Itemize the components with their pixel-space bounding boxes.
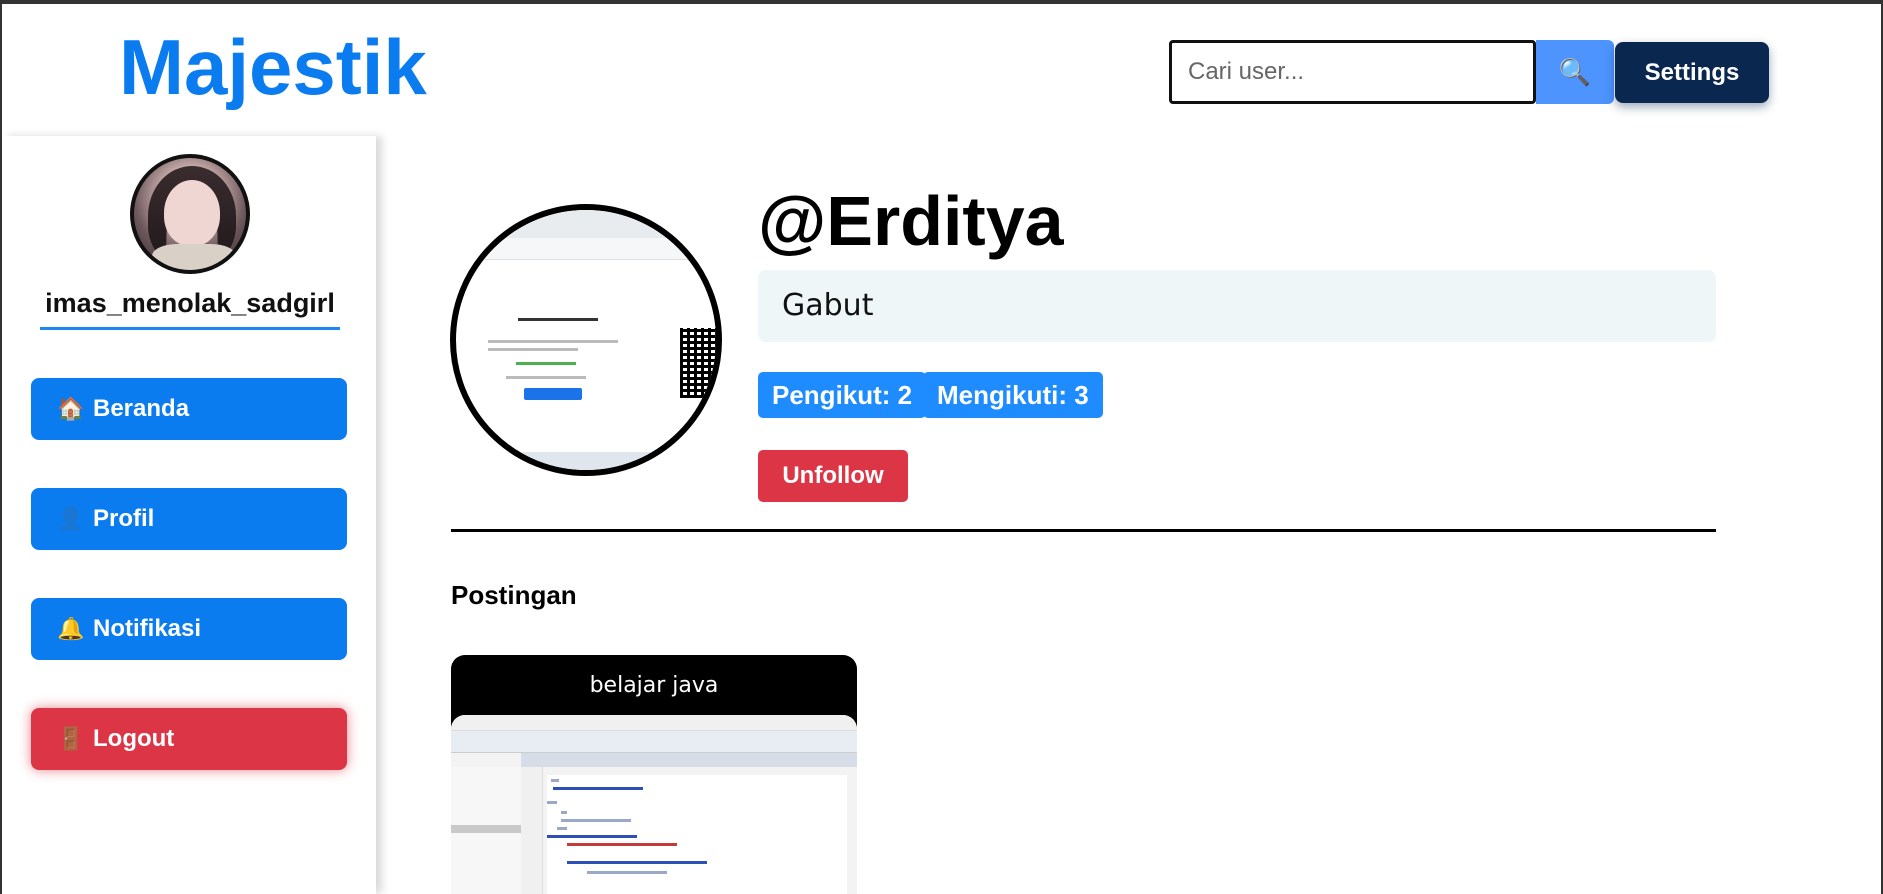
ide-project-pane — [451, 767, 521, 894]
code-line — [547, 801, 557, 804]
pp-heading-line — [518, 318, 598, 321]
home-icon: 🏠 — [57, 396, 85, 421]
settings-button[interactable]: Settings — [1615, 42, 1769, 103]
code-line — [553, 787, 643, 790]
following-count[interactable]: Mengikuti: 3 — [923, 372, 1103, 418]
app-logo[interactable]: Majestik — [119, 28, 427, 106]
pp-status-line — [516, 362, 576, 365]
code-line — [551, 779, 559, 782]
code-line — [561, 819, 631, 822]
profile-bio: Gabut — [758, 270, 1716, 342]
sidebar-item-logout[interactable]: 🚪 Logout — [31, 708, 347, 770]
pp-text-line — [506, 376, 586, 379]
avatar-face — [164, 180, 220, 246]
pp-open-button — [524, 388, 582, 400]
search-input[interactable] — [1169, 40, 1536, 104]
post-card[interactable]: belajar java — [451, 655, 857, 894]
unfollow-button[interactable]: Unfollow — [758, 450, 908, 502]
code-line — [567, 861, 707, 864]
sidebar-item-beranda[interactable]: 🏠 Beranda — [31, 378, 347, 440]
ide-menubar — [451, 715, 857, 731]
qr-code-icon — [680, 328, 716, 398]
sidebar-item-label: Notifikasi — [93, 615, 202, 642]
search-button[interactable]: 🔍 — [1536, 40, 1614, 104]
bell-icon: 🔔 — [57, 616, 85, 641]
code-line — [557, 827, 567, 830]
door-icon: 🚪 — [57, 726, 85, 751]
ide-tabs — [521, 753, 857, 767]
avatar-shirt — [152, 244, 236, 270]
user-icon: 👤 — [57, 506, 85, 531]
posts-section-title: Postingan — [451, 580, 577, 610]
pp-address-bar — [456, 238, 716, 260]
pp-text-line — [488, 340, 618, 343]
sidebar-item-label: Beranda — [93, 395, 190, 422]
pp-taskbar — [456, 452, 716, 470]
profile-main: @Erditya Gabut Pengikut: 2 Mengikuti: 3 … — [376, 136, 1883, 894]
header: Majestik 🔍 Settings — [0, 4, 1883, 136]
sidebar-item-label: Logout — [93, 725, 175, 752]
code-line — [587, 871, 667, 874]
post-caption: belajar java — [589, 673, 719, 698]
pp-text-line — [488, 348, 578, 351]
avatar[interactable] — [130, 154, 250, 274]
sidebar: imas_menolak_sadgirl 🏠 Beranda 👤 Profil … — [2, 136, 376, 894]
ide-gutter — [521, 767, 543, 894]
sidebar-item-profil[interactable]: 👤 Profil — [31, 488, 347, 550]
ide-code-area — [547, 775, 847, 894]
code-line — [561, 811, 567, 814]
profile-handle: @Erditya — [758, 182, 1064, 260]
username-underline — [40, 327, 340, 330]
sidebar-item-label: Profil — [93, 505, 155, 532]
followers-count[interactable]: Pengikut: 2 — [758, 372, 927, 418]
profile-picture[interactable] — [450, 204, 722, 476]
divider — [451, 529, 1716, 532]
search-icon: 🔍 — [1558, 56, 1592, 87]
sidebar-username: imas_menolak_sadgirl — [45, 288, 335, 318]
ide-scrollbar — [451, 825, 521, 833]
code-line — [547, 835, 637, 838]
code-line — [567, 843, 677, 846]
post-image[interactable] — [451, 715, 857, 894]
sidebar-item-notifikasi[interactable]: 🔔 Notifikasi — [31, 598, 347, 660]
pp-browser-bar — [456, 210, 716, 238]
ide-toolbar — [451, 731, 857, 753]
